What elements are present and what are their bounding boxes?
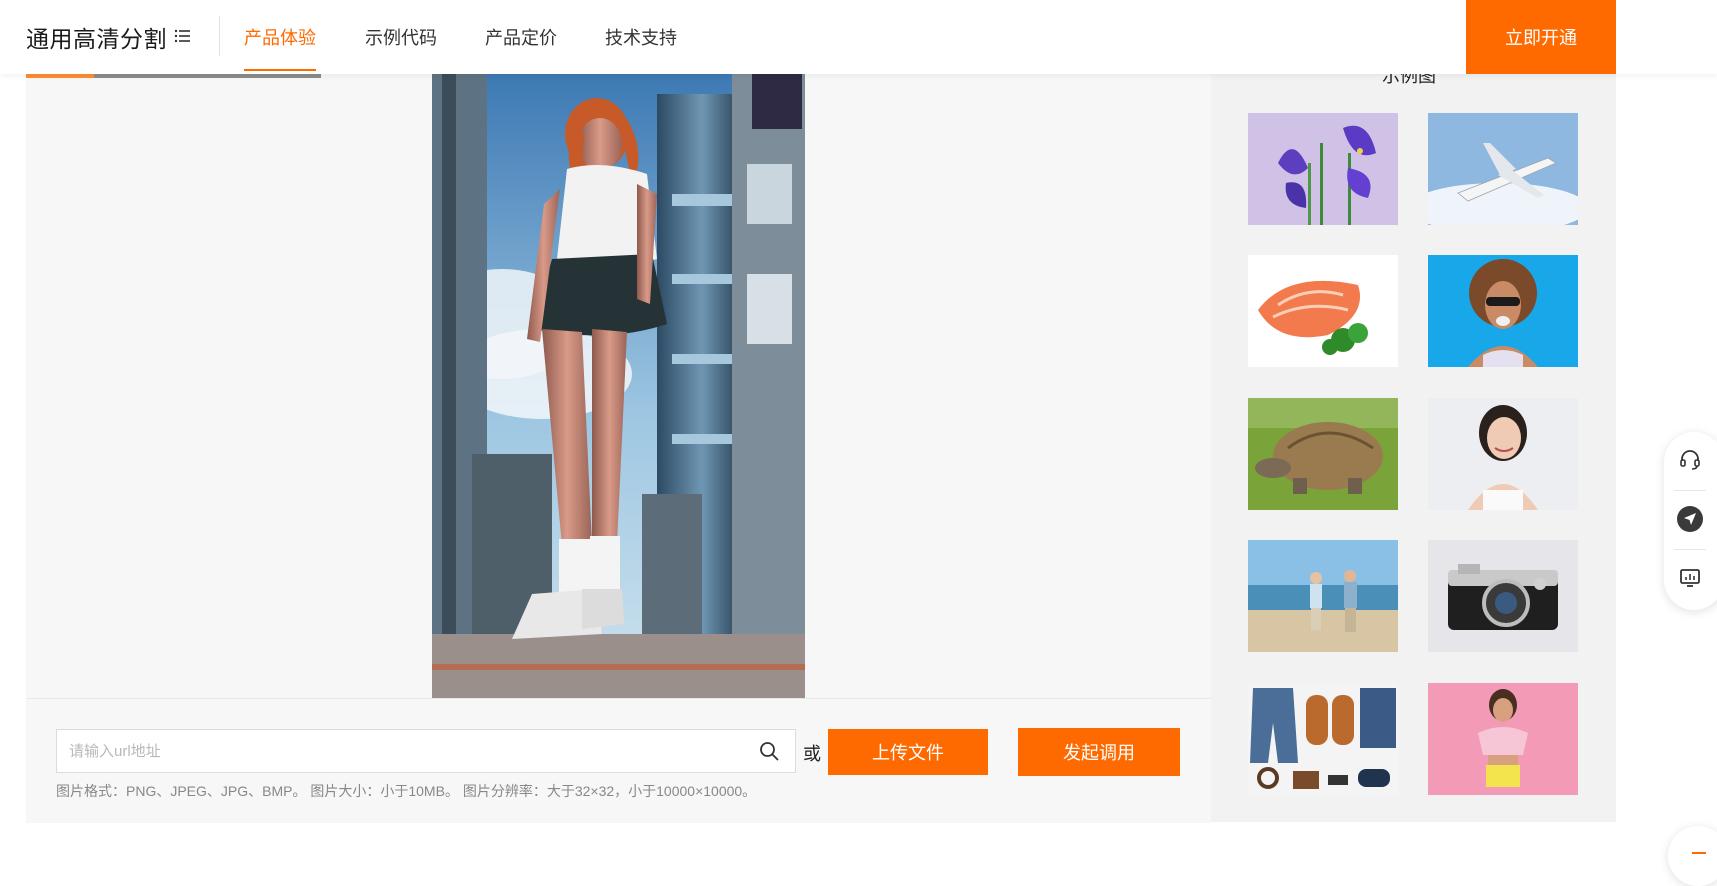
nav-tab-product-experience[interactable]: 产品体验	[244, 24, 316, 50]
example-thumb-woman-portrait[interactable]	[1428, 398, 1578, 510]
activate-now-button[interactable]: 立即开通	[1466, 0, 1616, 74]
example-thumb-iris-flowers[interactable]	[1248, 113, 1398, 225]
nav-divider	[219, 16, 220, 56]
example-thumb-salmon-steak[interactable]	[1248, 255, 1398, 367]
example-thumb-woman-pink-background[interactable]	[1428, 683, 1578, 795]
example-thumb-airplane[interactable]	[1428, 113, 1578, 225]
search-icon[interactable]	[759, 741, 779, 761]
example-thumb-clothes-flatlay[interactable]	[1248, 683, 1398, 795]
floating-toolbar	[1664, 432, 1717, 610]
progress-bar	[26, 74, 321, 78]
upload-file-button[interactable]: 上传文件	[828, 729, 988, 775]
example-thumb-tortoise[interactable]	[1248, 398, 1398, 510]
top-navbar: 通用高清分割 产品体验 示例代码 产品定价 技术支持 立即开通	[0, 0, 1717, 74]
customer-service-button[interactable]	[1672, 442, 1708, 478]
dash-icon	[1692, 852, 1706, 854]
nav-tab-sample-code[interactable]: 示例代码	[365, 24, 437, 50]
progress-bar-fill	[26, 74, 94, 78]
list-menu-icon[interactable]	[174, 27, 192, 45]
send-icon	[1677, 506, 1703, 532]
feedback-button[interactable]	[1672, 501, 1708, 537]
monitor-button[interactable]	[1672, 560, 1708, 596]
example-thumb-camera[interactable]	[1428, 540, 1578, 652]
toolbar-separator	[1674, 549, 1706, 550]
example-thumb-woman-sunglasses[interactable]	[1428, 255, 1578, 367]
url-input-container	[56, 729, 796, 773]
example-thumb-couple-beach[interactable]	[1248, 540, 1398, 652]
or-label: 或	[803, 744, 821, 764]
submit-call-button[interactable]: 发起调用	[1018, 728, 1180, 776]
result-preview-image	[432, 74, 805, 698]
headset-icon	[1680, 450, 1700, 470]
url-input[interactable]	[57, 730, 737, 772]
toolbar-separator	[1674, 490, 1706, 491]
monitor-chart-icon	[1680, 569, 1700, 587]
nav-tab-pricing[interactable]: 产品定价	[485, 24, 557, 50]
brand-title: 通用高清分割	[26, 26, 167, 52]
format-hint: 图片格式：PNG、JPEG、JPG、BMP。 图片大小：小于10MB。 图片分辨…	[56, 783, 757, 799]
nav-tab-tech-support[interactable]: 技术支持	[605, 24, 677, 50]
active-tab-indicator	[244, 69, 316, 71]
back-to-top-button[interactable]	[1668, 826, 1717, 886]
